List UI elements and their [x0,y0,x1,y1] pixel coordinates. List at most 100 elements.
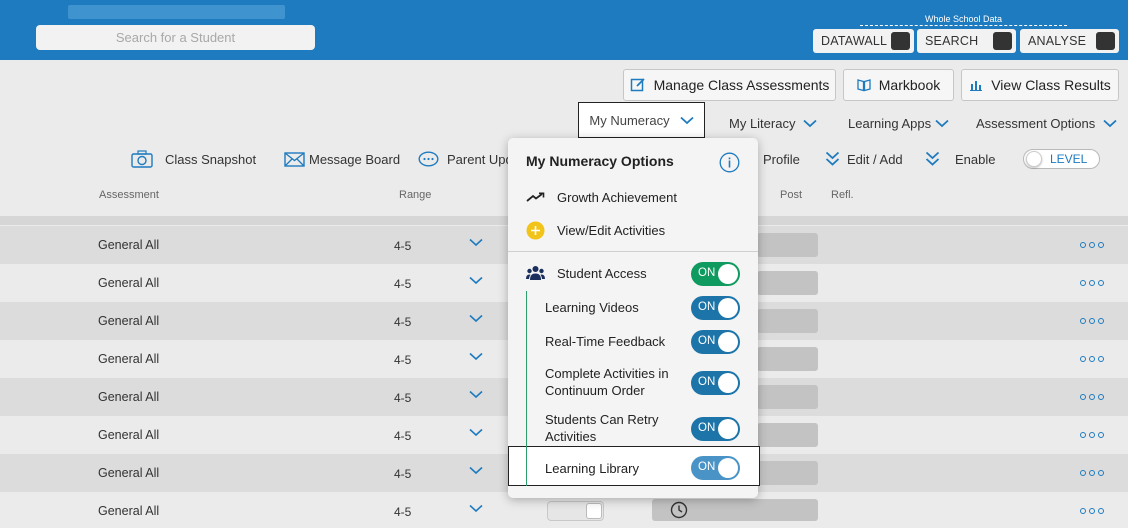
message-label: Message Board [309,151,401,167]
envelope-icon [284,151,305,167]
post-cell [757,271,818,295]
chevron-down-icon[interactable] [469,504,483,513]
post-cell [757,385,818,409]
toggle-state: ON [698,335,716,347]
growth-label: Growth Achievement [557,189,677,205]
book-icon [857,79,871,92]
learning-library-label: Learning Library [545,461,639,476]
chevron-down-icon[interactable] [469,276,483,285]
students-can-retry-toggle[interactable]: ON [691,417,740,441]
realtime-feedback-label: Real-Time Feedback [545,334,666,349]
student-access-label: Student Access [557,265,647,281]
more-options-icon[interactable] [1080,432,1104,438]
view-edit-activities-item[interactable]: View/Edit Activities [526,220,665,240]
blurred-school-name [68,5,285,19]
more-options-icon[interactable] [1080,242,1104,248]
markbook-button[interactable]: Markbook [843,69,954,101]
search-button[interactable]: SEARCH [917,29,1016,53]
chevron-down-icon[interactable] [469,390,483,399]
dropdown-divider [508,251,758,252]
double-chevron-down-icon [825,151,840,166]
row-toggle-knob [586,503,602,519]
toggle-state: ON [698,376,716,388]
tab-assessment-options[interactable]: Assessment Options [976,113,1117,133]
chevron-down-icon[interactable] [469,314,483,323]
edit-add-button[interactable]: Edit / Add [825,149,903,169]
student-access-toggle[interactable]: ON [691,262,740,286]
more-options-icon[interactable] [1080,470,1104,476]
post-cell [757,309,818,333]
datawall-toggle-icon [891,32,910,50]
toggle-knob [718,419,738,439]
manage-label: Manage Class Assessments [653,77,830,93]
more-options-icon[interactable] [1080,280,1104,286]
continuum-order-toggle[interactable]: ON [691,371,740,395]
edit-icon [630,78,645,92]
clock-icon [670,501,688,519]
more-options-icon[interactable] [1080,508,1104,514]
datawall-button[interactable]: DATAWALL [813,29,914,53]
retry-label-line2: Activities [545,429,597,444]
datawall-label: DATAWALL [821,34,888,48]
range-cell: 4-5 [394,239,412,253]
bar-chart-icon [970,81,983,91]
chevron-down-icon[interactable] [469,238,483,247]
tab-my-literacy[interactable]: My Literacy [729,113,818,133]
chevron-down-icon[interactable] [469,428,483,437]
parent-updates-button[interactable]: Parent Upda [418,149,520,169]
row-toggle[interactable] [547,501,604,521]
more-options-icon[interactable] [1080,394,1104,400]
assessment-cell: General All [98,314,160,328]
tab-learning-apps[interactable]: Learning Apps [848,113,949,133]
chevron-down-icon [679,116,694,124]
learning-library-toggle[interactable]: ON [691,456,740,480]
level-toggle[interactable]: LEVEL [1023,149,1100,169]
toggle-state: ON [698,301,716,313]
enable-button[interactable]: Enable [925,149,995,169]
enable-label: Enable [955,151,996,167]
column-header-post: Post [780,189,803,201]
continuum-order-label-line1: Complete Activities in [545,366,669,381]
chevron-down-icon [935,119,949,127]
growth-achievement-item[interactable]: Growth Achievement [526,187,677,207]
analyse-toggle-icon [1096,32,1115,50]
chevron-down-icon[interactable] [469,352,483,361]
range-cell: 4-5 [394,353,412,367]
view-edit-label: View/Edit Activities [557,222,666,238]
more-options-icon[interactable] [1080,318,1104,324]
literacy-label: My Literacy [729,115,796,131]
column-header-refl: Refl. [831,189,854,201]
student-search-input[interactable]: Search for a Student [36,25,315,50]
post-cell [652,499,818,521]
tab-my-numeracy[interactable]: My Numeracy [578,102,705,138]
info-icon[interactable] [719,152,740,173]
manage-class-assessments-button[interactable]: Manage Class Assessments [623,69,836,101]
analyse-label: ANALYSE [1028,34,1087,48]
profile-button[interactable]: Profile [763,149,800,169]
snapshot-label: Class Snapshot [165,151,257,167]
assessment-cell: General All [98,466,160,480]
toggle-knob [718,373,738,393]
class-snapshot-button[interactable]: Class Snapshot [131,149,256,169]
range-cell: 4-5 [394,391,412,405]
post-cell [757,423,818,447]
chevron-down-icon[interactable] [469,466,483,475]
assessment-cell: General All [98,352,160,366]
toggle-state: ON [698,461,716,473]
camera-icon [131,150,153,168]
continuum-order-label-line2: Continuum Order [545,383,645,398]
realtime-feedback-toggle[interactable]: ON [691,330,740,354]
assessment-cell: General All [98,428,160,442]
search-toggle-icon [993,32,1012,50]
add-circle-icon [526,221,545,239]
student-access-item: Student Access [526,263,647,283]
students-can-retry-label: Students Can Retry Activities [545,411,658,445]
analyse-button[interactable]: ANALYSE [1020,29,1119,53]
results-label: View Class Results [991,77,1111,93]
more-options-icon[interactable] [1080,356,1104,362]
toggle-state: ON [698,422,716,434]
message-board-button[interactable]: Message Board [284,149,400,169]
markbook-label: Markbook [878,77,941,93]
learning-videos-toggle[interactable]: ON [691,296,740,320]
view-class-results-button[interactable]: View Class Results [961,69,1119,101]
